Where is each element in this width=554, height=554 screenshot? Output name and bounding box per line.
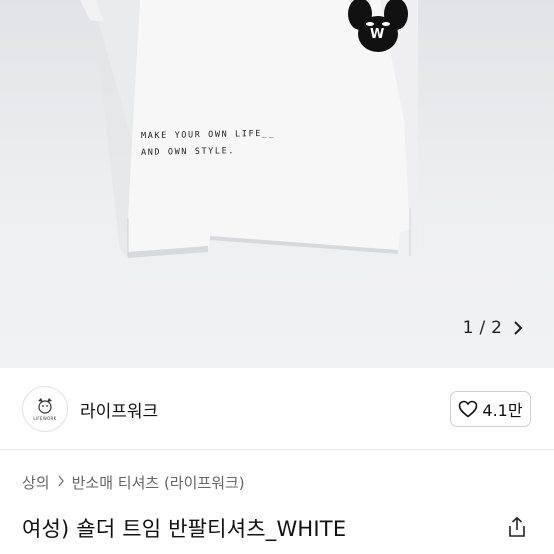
breadcrumb-item-subcategory[interactable]: 반소매 티셔츠 (라이프워크) <box>72 472 245 493</box>
chevron-right-icon[interactable] <box>508 318 528 338</box>
like-button[interactable]: 4.1만 <box>450 391 531 427</box>
heart-icon <box>459 400 478 418</box>
product-image-carousel[interactable]: MAKE YOUR OWN LIFE__ AND OWN STYLE. W 1 … <box>0 0 554 368</box>
share-button[interactable] <box>504 514 530 540</box>
product-title: 여성) 숄더 트임 반팔티셔츠_WHITE <box>22 517 347 541</box>
print-line-2: AND OWN STYLE. <box>141 146 236 158</box>
share-icon <box>509 516 525 537</box>
shop-logo-text: LIFEWORK <box>33 416 57 421</box>
breadcrumb-item-category[interactable]: 상의 <box>22 472 50 493</box>
shop-row: LIFEWORK 라이프워크 4.1만 <box>0 368 554 450</box>
pager-total: 2 <box>491 318 502 338</box>
image-pager: 1 / 2 <box>463 318 528 338</box>
pager-separator: / <box>479 318 486 338</box>
shop-name[interactable]: 라이프워크 <box>80 397 158 422</box>
product-image <box>80 0 418 258</box>
logo-letter: W <box>370 27 385 42</box>
like-count: 4.1만 <box>482 401 523 420</box>
chevron-right-icon <box>57 475 65 491</box>
shop-logo[interactable]: LIFEWORK <box>22 386 68 432</box>
breadcrumb: 상의 반소매 티셔츠 (라이프워크) <box>22 472 245 493</box>
pager-current: 1 <box>462 318 474 338</box>
